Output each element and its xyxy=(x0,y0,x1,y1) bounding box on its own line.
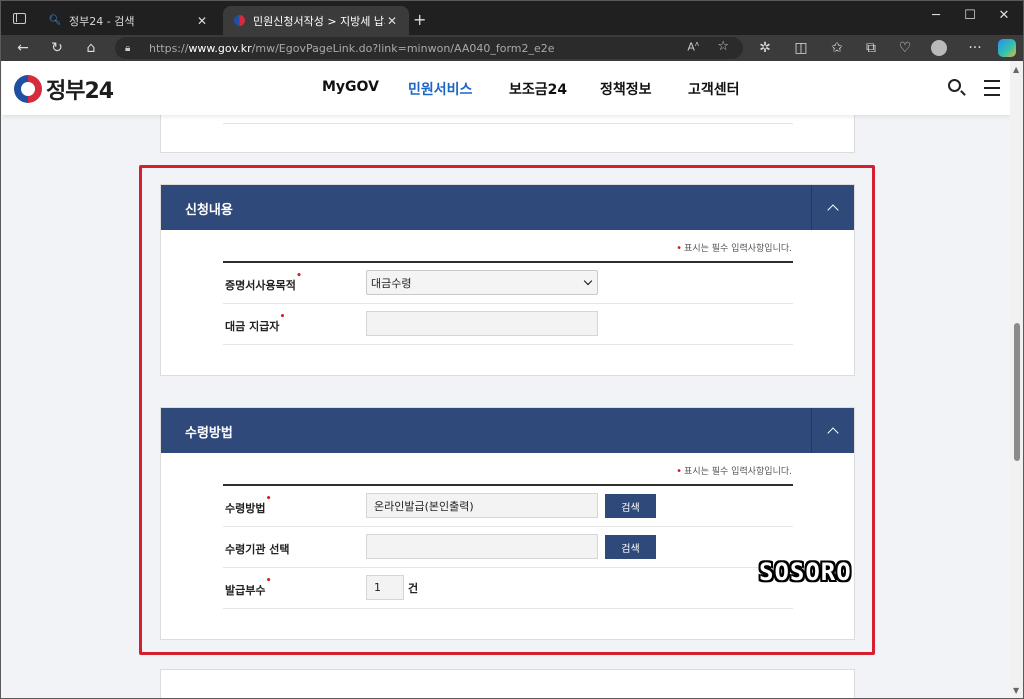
next-section-box xyxy=(160,669,855,698)
scroll-down-icon[interactable]: ▼ xyxy=(1013,686,1019,695)
nav-item-subsidy24[interactable]: 보조금24 xyxy=(509,79,567,99)
receiving-agency-search-button[interactable]: 검색 xyxy=(605,535,656,559)
tab-application-form[interactable]: 민원신청서작성 > 지방세 납세증 ✕ xyxy=(223,6,409,35)
field-label: 증명서사용목적 • xyxy=(225,271,302,292)
receiving-agency-input[interactable] xyxy=(366,534,598,559)
form-row: 발급부수 • 1 건 xyxy=(223,568,793,609)
maximize-icon[interactable]: ☐ xyxy=(953,1,987,29)
lock-icon: 🔒︎ xyxy=(125,43,131,54)
collections-icon[interactable]: ⧉ xyxy=(861,38,881,58)
receipt-form: 수령방법 • 온라인발급(본인출력) 검색 수령기관 선택 검색 발급부수 • 1 … xyxy=(223,484,793,609)
required-note: • 표시는 필수 입력사항입니다. xyxy=(676,466,792,477)
required-dot: • xyxy=(265,494,272,504)
field-label: 대금 지급자 • xyxy=(225,312,286,333)
favorites-icon[interactable]: ✩ xyxy=(827,38,847,58)
copies-unit: 건 xyxy=(408,582,419,595)
receipt-method-section: 수령방법 • 표시는 필수 입력사항입니다. 수령방법 • 온라인발급(본인출력) … xyxy=(160,407,855,640)
chevron-down-icon xyxy=(583,276,593,286)
minimize-icon[interactable]: ─ xyxy=(919,1,953,29)
field-label: 수령방법 • xyxy=(225,494,272,515)
section-header: 수령방법 xyxy=(161,408,854,453)
nav-item-civil-service[interactable]: 민원서비스 xyxy=(408,79,472,99)
watermark: SOSORO xyxy=(759,558,852,586)
field-label: 수령기관 선택 xyxy=(225,543,290,556)
browser-essentials-icon[interactable]: ♡ xyxy=(895,38,915,58)
copilot-icon[interactable] xyxy=(997,38,1017,58)
receipt-method-search-button[interactable]: 검색 xyxy=(605,494,656,518)
close-tab-icon[interactable]: ✕ xyxy=(195,14,209,28)
collapse-chevron-up-icon[interactable] xyxy=(811,185,854,230)
nav-item-mygov[interactable]: MyGOV xyxy=(322,79,379,95)
required-note: • 표시는 필수 입력사항입니다. xyxy=(676,243,792,254)
section-title: 수령방법 xyxy=(185,426,233,441)
close-tab-icon[interactable]: ✕ xyxy=(385,14,399,28)
scrollbar-thumb[interactable] xyxy=(1014,323,1020,461)
form-row: 수령방법 • 온라인발급(본인출력) 검색 xyxy=(223,486,793,527)
gov24-favicon-icon xyxy=(233,15,245,27)
logo-text: 정부24 xyxy=(46,79,114,104)
back-icon[interactable]: ← xyxy=(13,38,33,58)
tab-actions-icon[interactable] xyxy=(7,8,31,28)
form-row: 수령기관 선택 검색 xyxy=(223,527,793,568)
hamburger-menu-icon[interactable] xyxy=(982,77,1004,99)
tab-title: 정부24 - 검색 xyxy=(69,14,135,28)
taegeuk-emblem-icon xyxy=(14,75,42,103)
application-details-section: 신청내용 • 표시는 필수 입력사항입니다. 증명서사용목적 • 대금수령 대금 지… xyxy=(160,184,855,376)
form-row: 증명서사용목적 • 대금수령 xyxy=(223,263,793,304)
form-row: 대금 지급자 • xyxy=(223,304,793,345)
close-window-icon[interactable]: ✕ xyxy=(987,1,1021,29)
section-header: 신청내용 xyxy=(161,185,854,230)
browser-window: 🔍︎ 정부24 - 검색 ✕ 민원신청서작성 > 지방세 납세증 ✕ + ─ ☐… xyxy=(0,0,1024,699)
search-icon[interactable] xyxy=(946,77,968,99)
refresh-icon[interactable]: ↻ xyxy=(47,38,67,58)
url-text: https://www.gov.kr/mw/EgovPageLink.do?li… xyxy=(149,41,555,55)
split-screen-icon[interactable]: ◫ xyxy=(791,38,811,58)
gov24-logo[interactable]: 정부24 xyxy=(14,73,114,105)
favorite-star-icon[interactable]: ☆ xyxy=(717,39,729,54)
more-menu-icon[interactable]: ··· xyxy=(965,38,985,58)
nav-item-policy[interactable]: 정책정보 xyxy=(600,79,652,99)
certificate-purpose-select[interactable]: 대금수령 xyxy=(366,270,598,295)
field-label: 발급부수 • xyxy=(225,576,272,597)
required-dot: • xyxy=(296,271,302,281)
search-icon: 🔍︎ xyxy=(48,15,62,26)
copies-input[interactable]: 1 xyxy=(366,575,404,600)
required-dot: • xyxy=(265,576,272,586)
nav-item-customer-center[interactable]: 고객센터 xyxy=(688,79,740,99)
page-scrollbar[interactable]: ▲ ▼ xyxy=(1010,61,1023,698)
profile-avatar[interactable] xyxy=(929,38,949,58)
new-tab-icon[interactable]: + xyxy=(413,10,426,29)
extensions-icon[interactable]: ✲ xyxy=(755,38,775,58)
required-dot: • xyxy=(279,312,286,322)
application-form: 증명서사용목적 • 대금수령 대금 지급자 • xyxy=(223,261,793,345)
tab-bar: 🔍︎ 정부24 - 검색 ✕ 민원신청서작성 > 지방세 납세증 ✕ + ─ ☐… xyxy=(1,1,1023,35)
payer-input[interactable] xyxy=(366,311,598,336)
page-viewport: 정부24 MyGOV 민원서비스 보조금24 정책정보 고객센터 신청내용 • … xyxy=(2,61,1010,698)
site-header: 정부24 MyGOV 민원서비스 보조금24 정책정보 고객센터 xyxy=(2,61,1010,115)
scroll-up-icon[interactable]: ▲ xyxy=(1013,65,1019,74)
receipt-method-input[interactable]: 온라인발급(본인출력) xyxy=(366,493,598,518)
tab-search[interactable]: 🔍︎ 정부24 - 검색 ✕ xyxy=(39,6,219,35)
section-title: 신청내용 xyxy=(185,203,233,218)
page-content: 신청내용 • 표시는 필수 입력사항입니다. 증명서사용목적 • 대금수령 대금 지… xyxy=(2,61,1010,698)
collapse-chevron-up-icon[interactable] xyxy=(811,408,854,453)
browser-toolbar: ← ↻ ⌂ 🔒︎ https://www.gov.kr/mw/EgovPageL… xyxy=(1,35,1023,61)
home-icon[interactable]: ⌂ xyxy=(81,38,101,58)
address-bar[interactable]: 🔒︎ https://www.gov.kr/mw/EgovPageLink.do… xyxy=(115,37,743,59)
read-aloud-icon[interactable]: Aʌ xyxy=(687,40,699,54)
tab-title: 민원신청서작성 > 지방세 납세증 xyxy=(253,14,385,28)
